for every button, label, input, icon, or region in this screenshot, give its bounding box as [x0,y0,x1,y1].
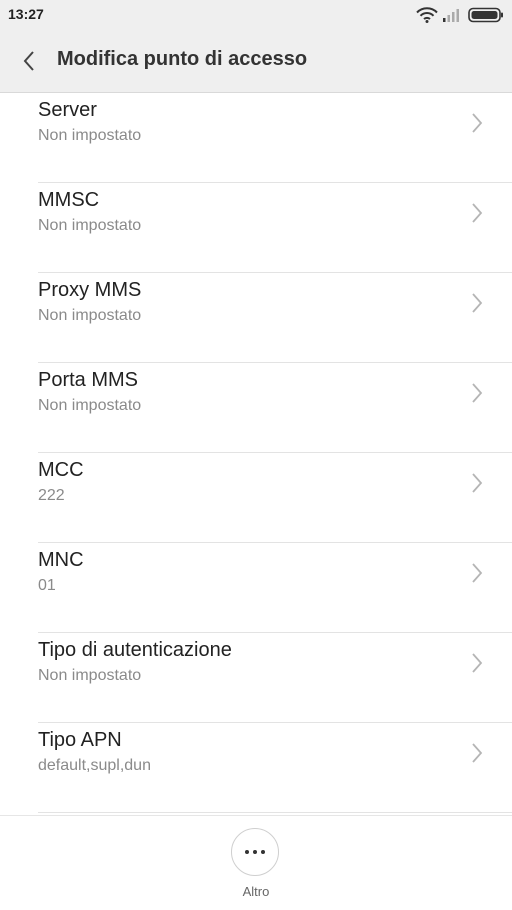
more-button[interactable] [231,828,279,876]
setting-row-apn-type[interactable]: Tipo APN default,supl,dun [0,723,512,813]
setting-title: Porta MMS [38,369,139,391]
chevron-right-icon [472,383,483,403]
setting-value: Non impostato [38,667,142,684]
setting-value: Non impostato [38,127,142,144]
setting-title: Proxy MMS [38,279,142,301]
chevron-right-icon [472,653,483,673]
chevron-right-icon [472,113,483,133]
setting-value: Non impostato [38,217,142,234]
chevron-right-icon [472,473,483,493]
signal-icon [443,9,459,22]
setting-value: Non impostato [38,307,142,324]
page-title: Modifica punto di accesso [57,48,308,70]
chevron-left-icon [23,51,34,71]
setting-value: 01 [38,577,56,594]
more-horizontal-icon [245,850,265,854]
wifi-icon [416,7,438,23]
setting-title: MCC [38,459,84,481]
status-time: 13:27 [8,6,44,22]
settings-list: Server Non impostato MMSC Non impostato … [0,93,512,813]
setting-row-porta-mms[interactable]: Porta MMS Non impostato [0,363,512,453]
setting-row-mcc[interactable]: MCC 222 [0,453,512,543]
chevron-right-icon [472,743,483,763]
setting-title: Tipo di autenticazione [38,639,232,661]
setting-row-auth-type[interactable]: Tipo di autenticazione Non impostato [0,633,512,723]
status-icons [416,5,504,25]
setting-value: 222 [38,487,65,504]
bottom-action-bar: Altro [0,815,512,910]
more-label: Altro [242,884,270,899]
setting-row-server[interactable]: Server Non impostato [0,93,512,183]
setting-row-proxy-mms[interactable]: Proxy MMS Non impostato [0,273,512,363]
setting-value: Non impostato [38,397,142,414]
setting-row-mnc[interactable]: MNC 01 [0,543,512,633]
setting-row-mmsc[interactable]: MMSC Non impostato [0,183,512,273]
setting-title: Server [38,99,97,121]
back-button[interactable] [12,44,46,78]
chevron-right-icon [472,203,483,223]
setting-title: Tipo APN [38,729,122,751]
setting-title: MMSC [38,189,100,211]
setting-value: default,supl,dun [38,757,151,774]
setting-title: MNC [38,549,84,571]
chevron-right-icon [472,293,483,313]
header-bar: Modifica punto di accesso [0,30,512,93]
status-bar: 13:27 [0,0,512,30]
chevron-right-icon [472,563,483,583]
battery-icon [468,7,503,23]
